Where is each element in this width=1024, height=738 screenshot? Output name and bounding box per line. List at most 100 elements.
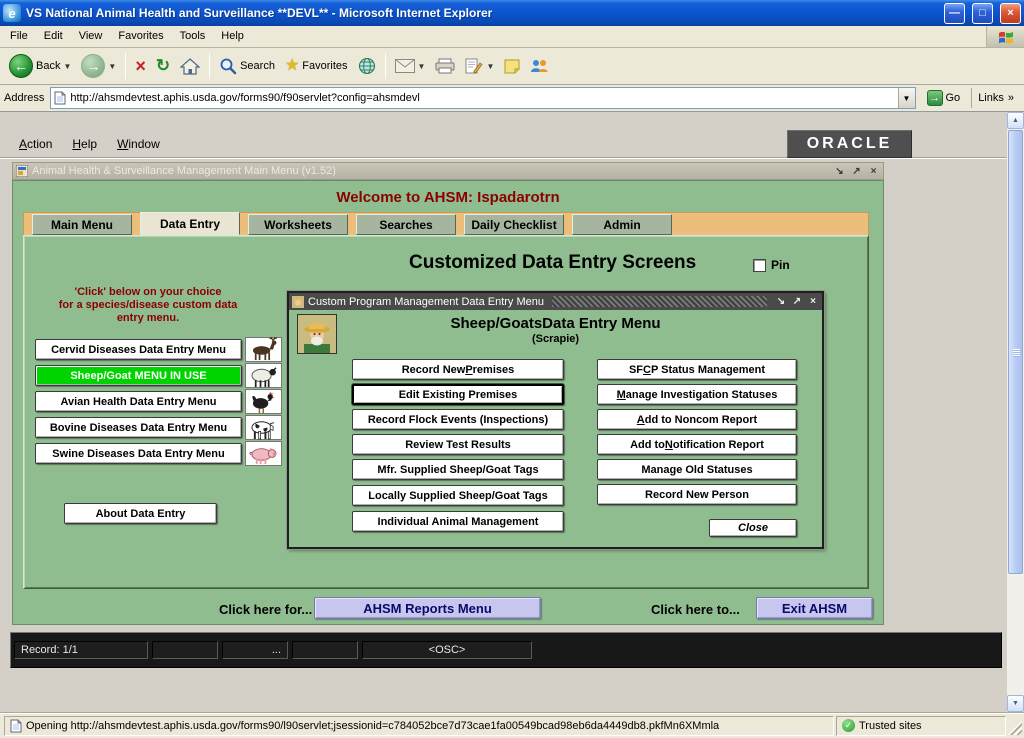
home-icon [180, 58, 200, 75]
menu-edit[interactable]: Edit [36, 26, 71, 47]
scroll-down-button[interactable]: ▼ [1007, 695, 1024, 712]
sheep-goat-menu-button[interactable]: Sheep/Goat MENU IN USE [35, 365, 242, 386]
sheep-goat-dialog: Custom Program Management Data Entry Men… [287, 291, 824, 549]
links-label: Links [978, 92, 1004, 104]
maximize-button[interactable]: □ [972, 3, 993, 24]
forward-button[interactable]: → ▼ [77, 51, 120, 81]
history-button[interactable] [354, 54, 380, 78]
data-entry-tab-panel: Customized Data Entry Screens Pin 'Click… [23, 235, 869, 589]
add-to-notification-report-button[interactable]: Add to Notification Report [597, 434, 797, 455]
edit-existing-premises-button[interactable]: Edit Existing Premises [352, 384, 564, 405]
bovine-menu-button[interactable]: Bovine Diseases Data Entry Menu [35, 417, 242, 438]
mfr-supplied-tags-button[interactable]: Mfr. Supplied Sheep/Goat Tags [352, 459, 564, 480]
deer-icon [245, 337, 282, 362]
forms-menu-help[interactable]: Help [63, 135, 106, 153]
scrollbar-thumb[interactable] [1008, 130, 1023, 574]
menu-tools[interactable]: Tools [172, 26, 214, 47]
address-dropdown-icon[interactable]: ▼ [898, 88, 915, 108]
stop-icon: × [135, 57, 146, 75]
individual-animal-management-button[interactable]: Individual Animal Management [352, 511, 564, 532]
sfcp-status-management-button[interactable]: SFCP Status Management [597, 359, 797, 380]
cervid-menu-button[interactable]: Cervid Diseases Data Entry Menu [35, 339, 242, 360]
locally-supplied-tags-button[interactable]: Locally Supplied Sheep/Goat Tags [352, 485, 564, 506]
record-new-person-button[interactable]: Record New Person [597, 484, 797, 505]
stop-button[interactable]: × [131, 54, 150, 78]
toolbar-separator [209, 53, 210, 79]
add-to-noncom-report-button[interactable]: Add to Noncom Report [597, 409, 797, 430]
browser-menubar: File Edit View Favorites Tools Help [0, 26, 1024, 48]
favorites-star-icon: ★ [285, 58, 299, 74]
tab-main-menu[interactable]: Main Menu [32, 214, 132, 235]
menu-favorites[interactable]: Favorites [110, 26, 171, 47]
print-button[interactable] [431, 55, 459, 77]
manage-investigation-statuses-button[interactable]: Manage Investigation Statuses [597, 384, 797, 405]
dialog-maximize-icon[interactable]: ↗ [791, 296, 803, 307]
manage-old-statuses-button[interactable]: Manage Old Statuses [597, 459, 797, 480]
history-globe-icon [358, 57, 376, 75]
go-button[interactable]: → Go [922, 88, 966, 108]
browser-statusbar: Opening http://ahsmdevtest.aphis.usda.go… [0, 712, 1024, 738]
dialog-titlebar[interactable]: Custom Program Management Data Entry Men… [289, 293, 822, 310]
swine-menu-button[interactable]: Swine Diseases Data Entry Menu [35, 443, 242, 464]
exit-ahsm-button[interactable]: Exit AHSM [756, 597, 873, 619]
forward-dropdown-icon[interactable]: ▼ [108, 62, 116, 71]
messenger-button[interactable] [526, 55, 552, 77]
address-input[interactable] [70, 89, 893, 107]
tab-strip: Main Menu Data Entry Worksheets Searches… [23, 212, 869, 235]
links-button[interactable]: Links » [971, 88, 1020, 108]
tab-worksheets[interactable]: Worksheets [248, 214, 348, 235]
menu-help[interactable]: Help [213, 26, 252, 47]
mail-dropdown-icon[interactable]: ▼ [418, 62, 426, 71]
browser-titlebar: e VS National Animal Health and Surveill… [0, 0, 1024, 26]
menu-view[interactable]: View [71, 26, 111, 47]
forms-menu-window[interactable]: Window [108, 135, 169, 153]
favorites-button[interactable]: ★ Favorites [281, 55, 352, 77]
address-field: ▼ [50, 87, 915, 109]
vertical-scrollbar[interactable]: ▲ ▼ [1007, 112, 1024, 712]
ahsm-reports-menu-button[interactable]: AHSM Reports Menu [314, 597, 541, 619]
scroll-up-button[interactable]: ▲ [1007, 112, 1024, 129]
forms-applet: Action Help Window ORACLE Animal Health … [0, 112, 1007, 712]
review-test-results-button[interactable]: Review Test Results [352, 434, 564, 455]
pin-checkbox[interactable] [753, 259, 766, 272]
record-flock-events-button[interactable]: Record Flock Events (Inspections) [352, 409, 564, 430]
back-dropdown-icon[interactable]: ▼ [63, 62, 71, 71]
mdi-restore-icon[interactable]: ↘ [833, 166, 846, 177]
record-new-premises-button[interactable]: Record New Premises [352, 359, 564, 380]
tab-admin[interactable]: Admin [572, 214, 672, 235]
dialog-restore-icon[interactable]: ↘ [775, 296, 787, 307]
pin-control: Pin [753, 258, 790, 272]
close-button[interactable]: × [1000, 3, 1021, 24]
mdi-close-icon[interactable]: × [867, 166, 880, 177]
pig-icon [245, 441, 282, 466]
dialog-heading: Sheep/GoatsData Entry Menu [289, 315, 822, 332]
mail-button[interactable]: ▼ [391, 56, 430, 76]
refresh-button[interactable]: ↻ [152, 54, 174, 78]
forms-menu-action[interactable]: Action [10, 135, 61, 153]
page-title: Customized Data Entry Screens [409, 252, 696, 274]
ie-logo-icon: e [3, 4, 21, 22]
home-button[interactable] [176, 55, 204, 78]
edit-dropdown-icon[interactable]: ▼ [486, 62, 494, 71]
resize-grip[interactable] [1008, 717, 1022, 735]
toolbar-separator [125, 53, 126, 79]
dialog-close-icon[interactable]: × [807, 296, 819, 307]
mdi-maximize-icon[interactable]: ↗ [850, 166, 863, 177]
security-zone-label: Trusted sites [859, 720, 922, 732]
menu-file[interactable]: File [2, 26, 36, 47]
dialog-close-button[interactable]: Close [709, 519, 797, 537]
tab-data-entry[interactable]: Data Entry [140, 212, 240, 235]
discuss-button[interactable] [500, 55, 524, 77]
minimize-button[interactable]: — [944, 3, 965, 24]
links-chevron-icon: » [1008, 92, 1014, 104]
search-button[interactable]: Search [215, 54, 279, 78]
discuss-note-icon [504, 58, 520, 74]
back-button[interactable]: ← Back ▼ [5, 51, 75, 81]
security-zone-pane: ✓ Trusted sites [836, 716, 1006, 736]
osc-indicator: <OSC> [362, 641, 532, 659]
avian-menu-button[interactable]: Avian Health Data Entry Menu [35, 391, 242, 412]
tab-searches[interactable]: Searches [356, 214, 456, 235]
edit-button[interactable]: ▼ [461, 55, 498, 77]
about-data-entry-button[interactable]: About Data Entry [64, 503, 217, 524]
tab-daily-checklist[interactable]: Daily Checklist [464, 214, 564, 235]
